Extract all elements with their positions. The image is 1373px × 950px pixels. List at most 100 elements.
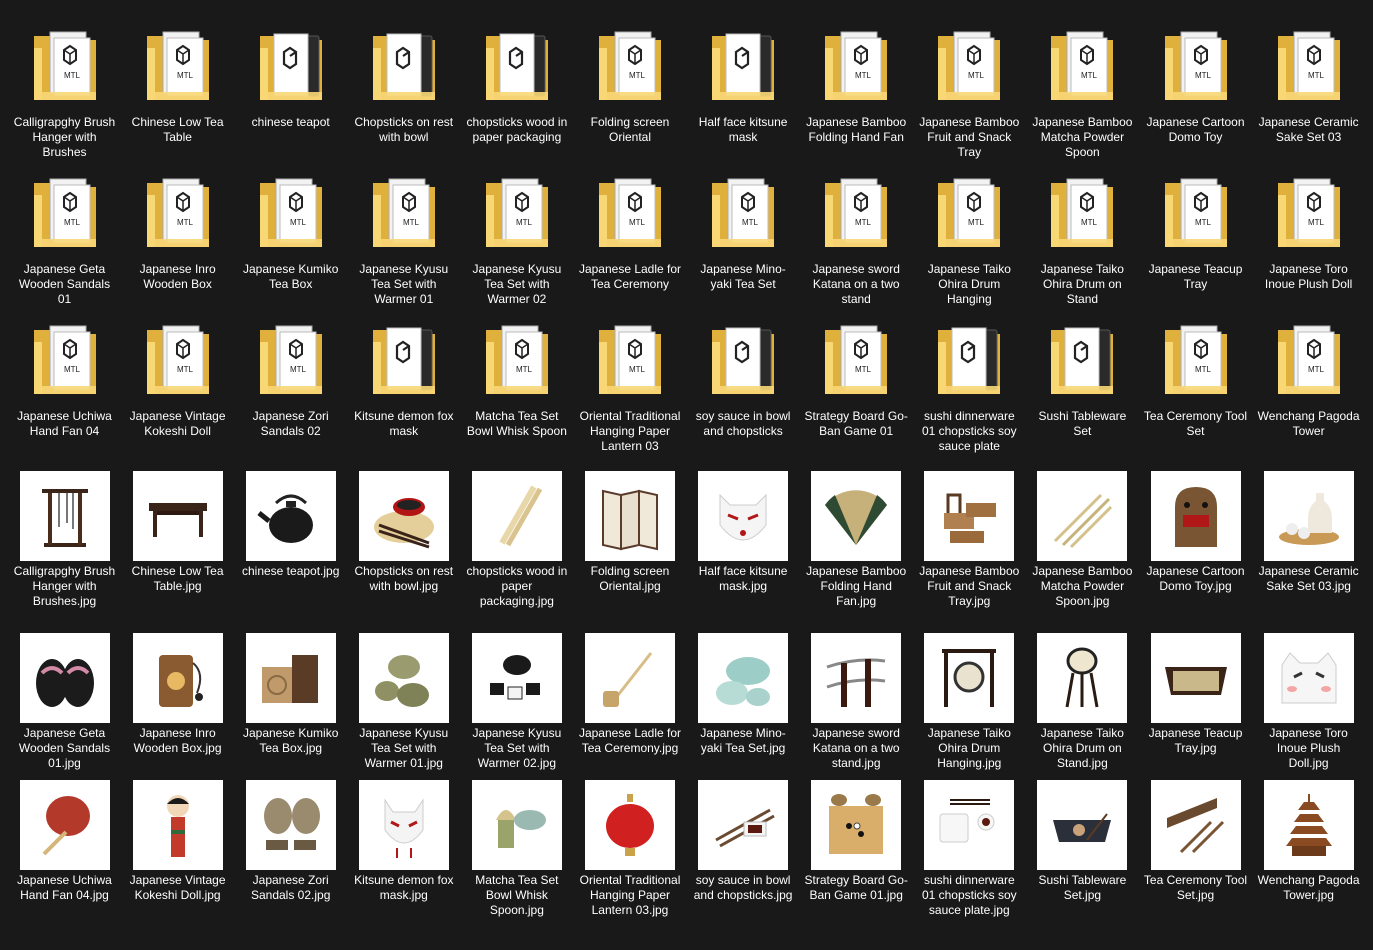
folder-label: sushi dinnerware 01 chopsticks soy sauce…: [921, 409, 1017, 453]
svg-text:MTL: MTL: [290, 218, 307, 227]
folder-item[interactable]: MTL Tea Ceremony Tool Set: [1139, 316, 1252, 439]
folder-item[interactable]: MTL Japanese Zori Sandals 02: [234, 316, 347, 439]
open-folder-icon: [472, 22, 562, 112]
folder-item[interactable]: Half face kitsune mask: [687, 22, 800, 145]
image-file-item[interactable]: Japanese Taiko Ohira Drum on Stand.jpg: [1026, 633, 1139, 771]
folder-item[interactable]: MTL Strategy Board Go-Ban Game 01: [800, 316, 913, 439]
folder-item[interactable]: chinese teapot: [234, 22, 347, 130]
mtl-folder-icon: MTL: [698, 169, 788, 259]
svg-text:MTL: MTL: [629, 71, 646, 80]
folder-item[interactable]: MTL Japanese Ladle for Tea Ceremony: [574, 169, 687, 292]
fox-mask-thumbnail: [358, 780, 449, 870]
folder-item[interactable]: MTL Matcha Tea Set Bowl Whisk Spoon: [460, 316, 573, 439]
folder-label: Japanese Inro Wooden Box: [139, 262, 216, 291]
folder-item[interactable]: sushi dinnerware 01 chopsticks soy sauce…: [913, 316, 1026, 454]
folder-item[interactable]: MTL Japanese Bamboo Matcha Powder Spoon: [1026, 22, 1139, 160]
folder-item[interactable]: MTL Japanese Vintage Kokeshi Doll: [121, 316, 234, 439]
folder-item[interactable]: MTL Calligrapghy Brush Hanger with Brush…: [8, 22, 121, 160]
folder-item[interactable]: Sushi Tableware Set: [1026, 316, 1139, 439]
image-file-item[interactable]: Folding screen Oriental.jpg: [574, 471, 687, 594]
open-folder-icon: [246, 22, 336, 112]
folder-item[interactable]: chopsticks wood in paper packaging: [460, 22, 573, 145]
image-file-item[interactable]: Japanese Cartoon Domo Toy.jpg: [1139, 471, 1252, 594]
image-file-item[interactable]: soy sauce in bowl and chopsticks.jpg: [687, 780, 800, 903]
folder-label: Japanese Ceramic Sake Set 03: [1258, 115, 1359, 144]
mtl-folder-icon: MTL: [472, 316, 562, 406]
image-file-item[interactable]: chinese teapot.jpg: [234, 471, 347, 579]
image-file-item[interactable]: Japanese Kyusu Tea Set with Warmer 02.jp…: [460, 633, 573, 771]
mtl-folder-icon: MTL: [359, 169, 449, 259]
image-file-item[interactable]: Calligrapghy Brush Hanger with Brushes.j…: [8, 471, 121, 609]
image-file-item[interactable]: Japanese Kumiko Tea Box.jpg: [234, 633, 347, 756]
image-file-item[interactable]: Sushi Tableware Set.jpg: [1026, 780, 1139, 903]
image-file-item[interactable]: chopsticks wood in paper packaging.jpg: [460, 471, 573, 609]
svg-text:MTL: MTL: [855, 71, 872, 80]
image-file-item[interactable]: Kitsune demon fox mask.jpg: [347, 780, 460, 903]
folder-item[interactable]: MTL Japanese sword Katana on a two stand: [800, 169, 913, 307]
image-file-item[interactable]: Japanese Kyusu Tea Set with Warmer 01.jp…: [347, 633, 460, 771]
folder-item[interactable]: MTL Japanese Cartoon Domo Toy: [1139, 22, 1252, 145]
image-file-item[interactable]: Japanese Toro Inoue Plush Doll.jpg: [1252, 633, 1365, 771]
image-file-item[interactable]: Japanese Teacup Tray.jpg: [1139, 633, 1252, 756]
folder-item[interactable]: MTL Oriental Traditional Hanging Paper L…: [574, 316, 687, 454]
folder-item[interactable]: MTL Japanese Geta Wooden Sandals 01: [8, 169, 121, 307]
domo-toy-thumbnail: [1150, 471, 1241, 561]
mtl-folder-icon: MTL: [133, 169, 223, 259]
image-file-item[interactable]: Japanese Mino-yaki Tea Set.jpg: [687, 633, 800, 756]
folder-item[interactable]: MTL Japanese Teacup Tray: [1139, 169, 1252, 292]
image-file-item[interactable]: Japanese Uchiwa Hand Fan 04.jpg: [8, 780, 121, 903]
image-file-item[interactable]: Japanese Zori Sandals 02.jpg: [234, 780, 347, 903]
image-file-item[interactable]: Strategy Board Go-Ban Game 01.jpg: [800, 780, 913, 903]
image-file-item[interactable]: Japanese Ceramic Sake Set 03.jpg: [1252, 471, 1365, 594]
image-file-item[interactable]: Chopsticks on rest with bowl.jpg: [347, 471, 460, 594]
image-file-item[interactable]: Wenchang Pagoda Tower.jpg: [1252, 780, 1365, 903]
image-file-item[interactable]: Japanese Bamboo Fruit and Snack Tray.jpg: [913, 471, 1026, 609]
folder-item[interactable]: Chopsticks on rest with bowl: [347, 22, 460, 145]
folder-label: Sushi Tableware Set: [1038, 409, 1127, 438]
image-file-item[interactable]: Chinese Low Tea Table.jpg: [121, 471, 234, 594]
mtl-folder-icon: MTL: [585, 22, 675, 112]
mtl-folder-icon: MTL: [133, 316, 223, 406]
folder-item[interactable]: MTL Japanese Kyusu Tea Set with Warmer 0…: [460, 169, 573, 307]
folder-item[interactable]: soy sauce in bowl and chopsticks: [687, 316, 800, 439]
image-file-item[interactable]: Japanese sword Katana on a two stand.jpg: [800, 633, 913, 771]
folder-item[interactable]: MTL Japanese Toro Inoue Plush Doll: [1252, 169, 1365, 292]
folder-item[interactable]: MTL Japanese Taiko Ohira Drum Hanging: [913, 169, 1026, 307]
image-file-item[interactable]: Japanese Bamboo Folding Hand Fan.jpg: [800, 471, 913, 609]
folder-item[interactable]: MTL Wenchang Pagoda Tower: [1252, 316, 1365, 439]
image-file-item[interactable]: Half face kitsune mask.jpg: [687, 471, 800, 594]
folder-item[interactable]: MTL Japanese Uchiwa Hand Fan 04: [8, 316, 121, 439]
folder-item[interactable]: Kitsune demon fox mask: [347, 316, 460, 439]
image-file-item[interactable]: Japanese Taiko Ohira Drum Hanging.jpg: [913, 633, 1026, 771]
folder-item[interactable]: MTL Japanese Taiko Ohira Drum on Stand: [1026, 169, 1139, 307]
folder-item[interactable]: MTL Japanese Ceramic Sake Set 03: [1252, 22, 1365, 145]
mtl-folder-icon: MTL: [585, 169, 675, 259]
folder-item[interactable]: MTL Japanese Mino-yaki Tea Set: [687, 169, 800, 292]
folder-item[interactable]: MTL Japanese Bamboo Folding Hand Fan: [800, 22, 913, 145]
folder-item[interactable]: MTL Japanese Kumiko Tea Box: [234, 169, 347, 292]
svg-text:MTL: MTL: [742, 218, 759, 227]
image-file-item[interactable]: Oriental Traditional Hanging Paper Lante…: [574, 780, 687, 918]
file-label: Folding screen Oriental.jpg: [590, 564, 670, 593]
image-file-item[interactable]: Matcha Tea Set Bowl Whisk Spoon.jpg: [460, 780, 573, 918]
image-file-item[interactable]: Japanese Geta Wooden Sandals 01.jpg: [8, 633, 121, 771]
folder-label: Kitsune demon fox mask: [354, 409, 454, 438]
sake-set-thumbnail: [1263, 471, 1354, 561]
folder-item[interactable]: MTL Japanese Bamboo Fruit and Snack Tray: [913, 22, 1026, 160]
image-file-item[interactable]: Japanese Bamboo Matcha Powder Spoon.jpg: [1026, 471, 1139, 609]
image-file-item[interactable]: sushi dinnerware 01 chopsticks soy sauce…: [913, 780, 1026, 918]
folder-item[interactable]: MTL Folding screen Oriental: [574, 22, 687, 145]
image-file-item[interactable]: Japanese Ladle for Tea Ceremony.jpg: [574, 633, 687, 756]
uchiwa-fan-thumbnail: [19, 780, 110, 870]
file-label: Japanese Inro Wooden Box.jpg: [133, 726, 222, 755]
folder-item[interactable]: MTL Japanese Inro Wooden Box: [121, 169, 234, 292]
folder-item[interactable]: MTL Japanese Kyusu Tea Set with Warmer 0…: [347, 169, 460, 307]
mtl-folder-icon: MTL: [924, 22, 1014, 112]
folder-label: Japanese Kyusu Tea Set with Warmer 01: [359, 262, 449, 306]
folder-item[interactable]: MTL Chinese Low Tea Table: [121, 22, 234, 145]
image-file-item[interactable]: Japanese Inro Wooden Box.jpg: [121, 633, 234, 756]
image-file-item[interactable]: Japanese Vintage Kokeshi Doll.jpg: [121, 780, 234, 903]
matcha-set-thumbnail: [471, 780, 562, 870]
image-file-item[interactable]: Tea Ceremony Tool Set.jpg: [1139, 780, 1252, 903]
mtl-folder-icon: MTL: [924, 169, 1014, 259]
